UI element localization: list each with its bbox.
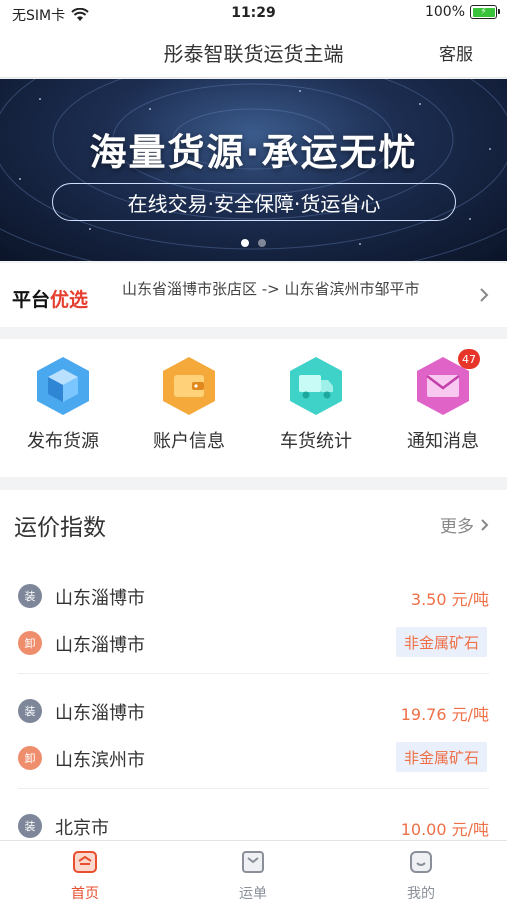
tab-home[interactable]: 首页	[35, 849, 135, 900]
waybill-icon	[242, 851, 264, 873]
origin-city: 山东淄博市	[55, 703, 145, 724]
freight-price: 19.76 元/吨	[400, 705, 489, 724]
tab-label: 首页	[71, 886, 99, 900]
notification-badge: 47	[458, 349, 480, 369]
cargo-type-badge: 非金属矿石	[395, 627, 487, 657]
freight-row-to[interactable]: 卸 山东淄博市 非金属矿石	[0, 627, 507, 657]
unload-tag: 卸	[18, 631, 42, 655]
tab-profile[interactable]: 我的	[371, 849, 471, 900]
shortcut-label: 发布货源	[27, 431, 99, 452]
section-title: 运价指数	[14, 515, 106, 541]
carousel-dot[interactable]	[258, 239, 266, 247]
freight-row-from[interactable]: 装 北京市 10.00 元/吨	[0, 810, 507, 840]
load-tag: 装	[18, 699, 42, 723]
unload-tag: 卸	[18, 746, 42, 770]
profile-icon	[410, 851, 432, 873]
freight-row-from[interactable]: 装 山东淄博市 19.76 元/吨	[0, 695, 507, 725]
tab-label: 我的	[407, 886, 435, 900]
destination-city: 山东滨州市	[55, 750, 145, 771]
battery-percent: 100%	[424, 4, 465, 20]
platform-pick-tag: 平台优选	[12, 289, 89, 311]
freight-row-to[interactable]: 卸 山东滨州市 非金属矿石	[0, 742, 507, 772]
freight-row-from[interactable]: 装 山东淄博市 3.50 元/吨	[0, 580, 507, 610]
shortcut-label: 账户信息	[153, 431, 225, 452]
freight-price: 10.00 元/吨	[400, 820, 489, 839]
battery-icon: ⚡	[470, 5, 500, 19]
shortcut-grid: 发布货源 账户信息 车货统计 47 通知消息	[0, 339, 507, 477]
freight-index-section: 运价指数 更多 装 山东淄博市 3.50 元/吨 卸 山东淄博市 非金属矿石 装…	[0, 490, 507, 840]
promo-banner[interactable]: 海量货源·承运无忧 在线交易·安全保障·货运省心	[0, 79, 507, 261]
divider	[18, 673, 489, 674]
carousel-dots	[0, 239, 507, 247]
more-link[interactable]: 更多	[440, 512, 489, 537]
load-tag: 装	[18, 584, 42, 608]
platform-pick-route: 山东省淄博市张店区 -> 山东省滨州市邹平市	[122, 280, 420, 298]
tab-label: 运单	[239, 886, 267, 900]
publish-cargo-button[interactable]: 发布货源	[8, 355, 118, 453]
chevron-right-icon	[480, 288, 489, 302]
customer-service-button[interactable]: 客服	[439, 40, 473, 65]
freight-price: 3.50 元/吨	[410, 590, 489, 609]
divider	[18, 788, 489, 789]
account-info-button[interactable]: 账户信息	[134, 355, 244, 453]
nav-bar: 彤泰智联货运货主端 客服	[0, 28, 507, 78]
carousel-dot-active[interactable]	[241, 239, 249, 247]
tab-waybill[interactable]: 运单	[203, 849, 303, 900]
page-title: 彤泰智联货运货主端	[163, 42, 344, 66]
chevron-right-icon	[481, 518, 489, 531]
status-bar: 无SIM卡 11:29 100% ⚡	[0, 0, 507, 28]
mail-icon: 47	[412, 349, 480, 417]
origin-city: 北京市	[55, 818, 109, 839]
cargo-type-badge: 非金属矿石	[395, 742, 487, 772]
truck-icon	[285, 355, 347, 417]
banner-subline: 在线交易·安全保障·货运省心	[52, 183, 456, 221]
destination-city: 山东淄博市	[55, 635, 145, 656]
banner-headline: 海量货源·承运无忧	[89, 131, 418, 174]
cargo-stats-button[interactable]: 车货统计	[261, 355, 371, 453]
shortcut-label: 通知消息	[407, 431, 479, 452]
cube-icon	[32, 355, 94, 417]
shortcut-label: 车货统计	[280, 431, 352, 452]
load-tag: 装	[18, 814, 42, 838]
wallet-icon	[158, 355, 220, 417]
home-icon	[73, 851, 97, 873]
bottom-tab-bar: 首页 运单 我的	[0, 840, 507, 900]
notifications-button[interactable]: 47 通知消息	[388, 349, 498, 453]
origin-city: 山东淄博市	[55, 588, 145, 609]
platform-pick-row[interactable]: 平台优选 山东省淄博市张店区 -> 山东省滨州市邹平市	[0, 263, 507, 327]
